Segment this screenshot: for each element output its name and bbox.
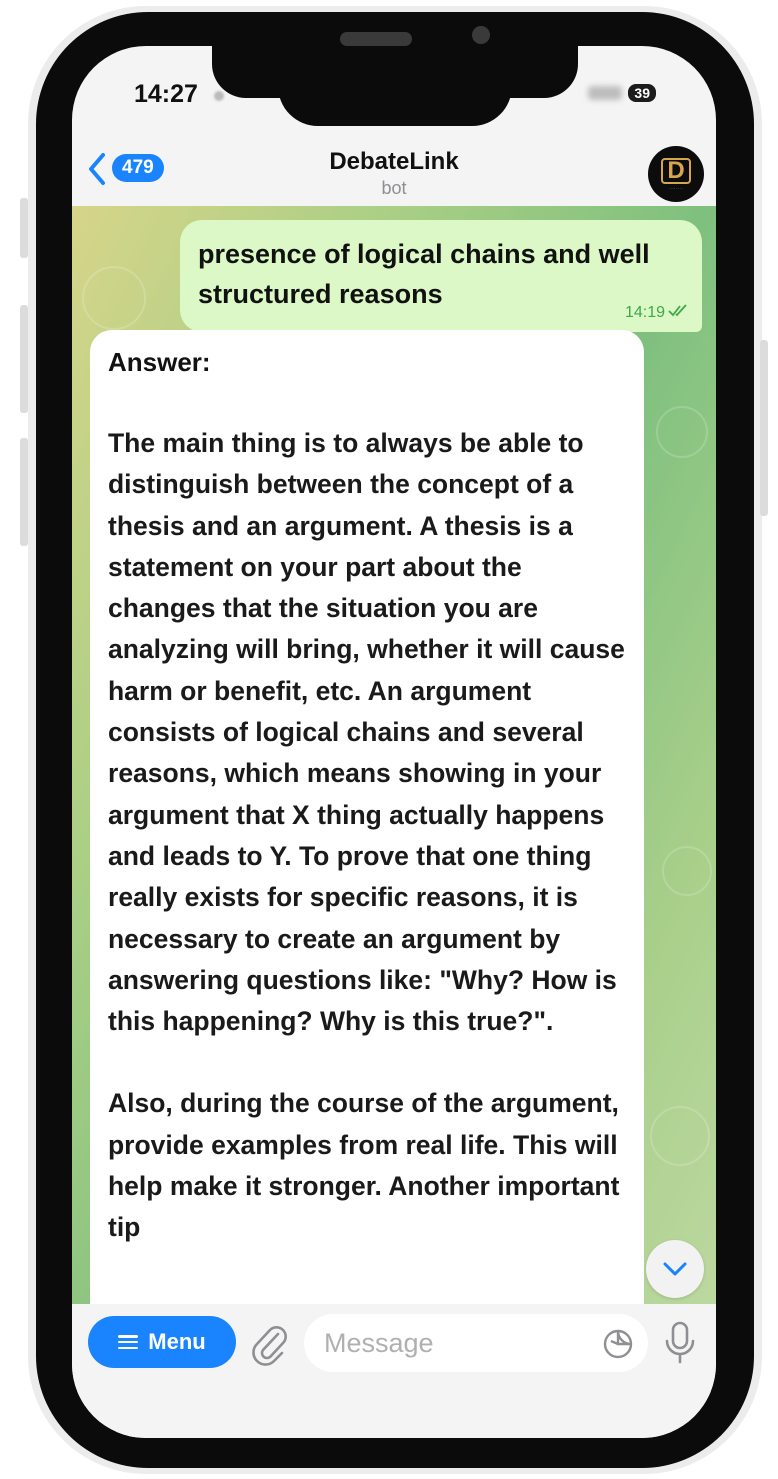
- input-bar: Menu Message: [72, 1304, 716, 1438]
- outgoing-message-text: presence of logical chains and well stru…: [198, 239, 650, 309]
- answer-paragraph: Also, during the course of the argument,…: [108, 1088, 620, 1243]
- front-camera: [472, 26, 490, 44]
- speaker-grille: [340, 32, 412, 46]
- chevron-down-icon: [663, 1262, 687, 1276]
- message-placeholder: Message: [324, 1327, 434, 1358]
- volume-down-button: [20, 438, 28, 546]
- screen: 14:27 39 479 DebateLink bot D ········ p…: [72, 46, 716, 1438]
- message-input[interactable]: Message: [304, 1314, 648, 1372]
- menu-button-label: Menu: [148, 1329, 206, 1354]
- sticker-icon[interactable]: [602, 1328, 634, 1360]
- chat-title[interactable]: DebateLink: [72, 148, 716, 176]
- double-check-icon: [668, 303, 688, 322]
- answer-paragraph: The main thing is to always be able to d…: [108, 428, 625, 1037]
- power-button: [760, 340, 768, 516]
- chat-subtitle: bot: [381, 178, 407, 198]
- chat-area[interactable]: presence of logical chains and well stru…: [72, 206, 716, 1304]
- outgoing-message-meta: 14:19: [625, 303, 688, 322]
- battery-indicator: 39: [628, 84, 656, 102]
- answer-title: Answer:: [108, 347, 211, 377]
- menu-icon: [118, 1335, 139, 1349]
- signal-icon: [588, 86, 623, 100]
- outgoing-message-time: 14:19: [624, 303, 665, 321]
- menu-button[interactable]: Menu: [88, 1316, 236, 1368]
- wallpaper-doodle: [662, 846, 712, 896]
- notch-lower: [278, 60, 512, 126]
- wallpaper-doodle: [82, 266, 146, 330]
- silent-switch: [20, 198, 28, 258]
- status-indicator-dot: [214, 91, 224, 101]
- status-time: 14:27: [134, 80, 198, 108]
- status-icons: 39: [588, 84, 656, 102]
- outgoing-message[interactable]: presence of logical chains and well stru…: [180, 220, 702, 332]
- scroll-down-button[interactable]: [646, 1240, 704, 1298]
- bot-avatar[interactable]: D ········: [648, 146, 704, 202]
- avatar-caption: ········: [668, 185, 684, 191]
- wallpaper-doodle: [650, 1106, 710, 1166]
- wallpaper-doodle: [656, 406, 708, 458]
- microphone-icon[interactable]: [662, 1320, 698, 1366]
- avatar-logo: D: [661, 157, 691, 184]
- incoming-message[interactable]: Answer: The main thing is to always be a…: [90, 330, 644, 1304]
- chat-header: 479 DebateLink bot D ········: [72, 138, 716, 206]
- volume-up-button: [20, 305, 28, 413]
- paperclip-icon[interactable]: [250, 1322, 290, 1366]
